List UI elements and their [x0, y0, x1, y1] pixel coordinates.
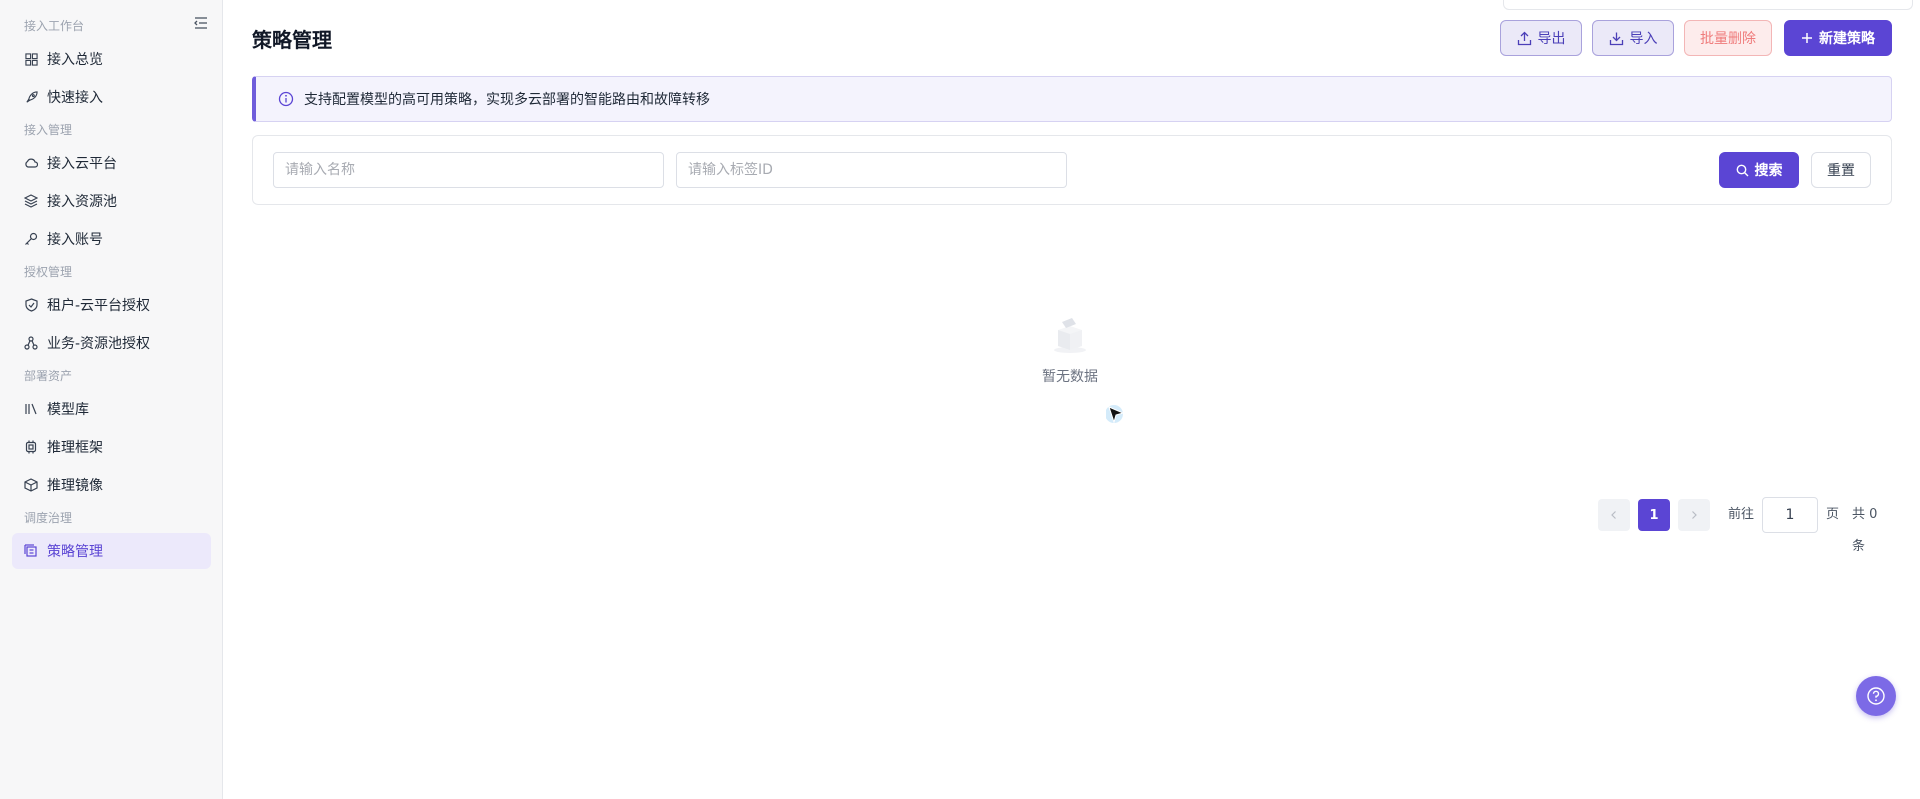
search-button-label: 搜索 [1754, 163, 1783, 179]
pagination: 1 前往 页 共 0 条 [1598, 497, 1892, 554]
sidebar-item-label: 接入总览 [47, 52, 103, 68]
sidebar-item-label: 模型库 [47, 402, 89, 418]
rocket-icon [24, 90, 38, 104]
export-button[interactable]: 导出 [1500, 20, 1582, 56]
export-button-label: 导出 [1537, 31, 1566, 47]
page-title: 策略管理 [252, 28, 332, 52]
import-button[interactable]: 导入 [1592, 20, 1674, 56]
collapse-menu-icon[interactable] [193, 15, 209, 31]
group-label-workbench: 接入工作台 [24, 19, 85, 33]
sidebar-item-label: 接入资源池 [47, 194, 117, 210]
popover-edge [1503, 0, 1913, 10]
name-search-input[interactable] [273, 152, 664, 188]
sidebar-item-cloud-platform[interactable]: 接入云平台 [12, 145, 211, 181]
group-label-assets: 部署资产 [24, 369, 73, 383]
info-icon [278, 91, 294, 107]
sidebar-item-quick-access[interactable]: 快速接入 [12, 79, 211, 115]
sidebar-item-inference-image[interactable]: 推理镜像 [12, 467, 211, 503]
batch-delete-button-label: 批量删除 [1700, 31, 1756, 47]
import-button-label: 导入 [1629, 31, 1658, 47]
key-icon [24, 232, 38, 246]
library-icon [24, 402, 38, 416]
reset-button[interactable]: 重置 [1811, 152, 1871, 188]
tag-id-search-input[interactable] [676, 152, 1067, 188]
info-alert: 支持配置模型的高可用策略，实现多云部署的智能路由和故障转移 [252, 76, 1892, 122]
sidebar-item-inference-framework[interactable]: 推理框架 [12, 429, 211, 465]
goto-label: 前往 [1728, 507, 1755, 522]
chevron-right-icon [1692, 511, 1697, 519]
sidebar-item-label: 业务-资源池授权 [47, 336, 151, 352]
group-label-access: 接入管理 [24, 123, 73, 137]
create-policy-button[interactable]: 新建策略 [1784, 20, 1892, 56]
page-number-button[interactable]: 1 [1638, 499, 1670, 531]
group-label-auth: 授权管理 [24, 265, 73, 279]
create-policy-button-label: 新建策略 [1819, 31, 1875, 47]
sidebar-item-label: 策略管理 [47, 544, 103, 560]
sidebar-item-label: 租户-云平台授权 [47, 298, 151, 314]
alert-text: 支持配置模型的高可用策略，实现多云部署的智能路由和故障转移 [304, 92, 710, 108]
grid-icon [24, 52, 38, 66]
search-icon [1736, 164, 1749, 177]
sidebar-item-label: 快速接入 [47, 90, 103, 106]
prev-page-button[interactable] [1598, 499, 1630, 531]
sidebar-item-policy-management[interactable]: 策略管理 [12, 533, 211, 569]
search-button[interactable]: 搜索 [1719, 152, 1799, 188]
empty-state: 暂无数据 [1000, 312, 1140, 386]
empty-box-icon [1000, 312, 1140, 360]
cloud-icon [24, 156, 38, 170]
page-suffix-label: 页 [1826, 507, 1840, 522]
total-count: 共 0 条 [1852, 507, 1878, 554]
chevron-left-icon [1611, 511, 1616, 519]
next-page-button[interactable] [1678, 499, 1710, 531]
share-nodes-icon [24, 336, 38, 350]
sidebar-item-account[interactable]: 接入账号 [12, 221, 211, 257]
sidebar: 接入工作台 接入总览 快速接入 接入管理 接入云平台 接入资源池 接入账号 授权… [0, 0, 223, 799]
shield-icon [24, 298, 38, 312]
sidebar-item-label: 接入云平台 [47, 156, 117, 172]
question-icon [1867, 687, 1885, 705]
goto-page-input[interactable] [1762, 497, 1818, 533]
empty-text: 暂无数据 [1042, 369, 1098, 385]
download-icon [1609, 31, 1624, 46]
sidebar-item-label: 接入账号 [47, 232, 103, 248]
help-button[interactable] [1856, 676, 1896, 716]
batch-delete-button[interactable]: 批量删除 [1684, 20, 1772, 56]
mouse-cursor-icon [1105, 404, 1126, 426]
box-icon [24, 478, 38, 492]
sidebar-item-business-auth[interactable]: 业务-资源池授权 [12, 325, 211, 361]
sidebar-item-overview[interactable]: 接入总览 [12, 41, 211, 77]
sidebar-item-resource-pool[interactable]: 接入资源池 [12, 183, 211, 219]
reset-button-label: 重置 [1827, 163, 1855, 179]
chip-icon [24, 440, 38, 454]
plus-icon [1801, 32, 1813, 44]
policy-icon [24, 544, 38, 558]
sidebar-item-label: 推理镜像 [47, 478, 103, 494]
filter-panel: 搜索 重置 [252, 135, 1892, 205]
sidebar-item-model-library[interactable]: 模型库 [12, 391, 211, 427]
layers-icon [24, 194, 38, 208]
group-label-scheduling: 调度治理 [24, 511, 73, 525]
upload-icon [1517, 31, 1532, 46]
sidebar-item-label: 推理框架 [47, 440, 103, 456]
sidebar-item-tenant-auth[interactable]: 租户-云平台授权 [12, 287, 211, 323]
